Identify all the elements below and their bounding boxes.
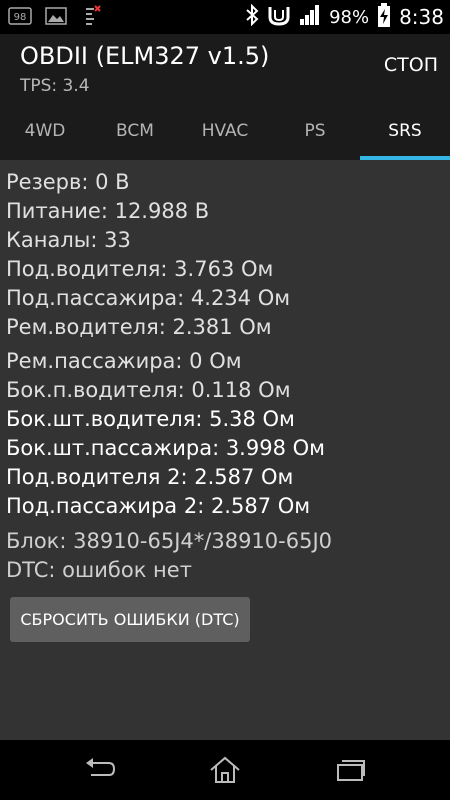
image-icon xyxy=(44,5,68,27)
clock: 8:38 xyxy=(399,5,444,29)
dtc-status: DTC: ошибок нет xyxy=(6,558,192,582)
debug-icon xyxy=(80,5,104,27)
unit-part-number: Блок: 38910-65J4*/38910-65J0 xyxy=(6,529,333,553)
tab-ps[interactable]: PS xyxy=(270,106,360,160)
recent-apps-icon xyxy=(337,760,365,781)
back-icon xyxy=(86,758,116,776)
reset-dtc-button[interactable]: СБРОСИТЬ ОШИБКИ (DTC) xyxy=(10,597,250,642)
passenger-curtain-resistance: Бок.шт.пассажира: 3.998 Ом xyxy=(6,436,325,460)
status-bar: 98 98% 8:38 xyxy=(0,0,450,34)
battery-percent: 98% xyxy=(329,6,370,28)
supply-voltage: Питание: 12.988 В xyxy=(6,199,210,223)
tps-subtitle: TPS: 3.4 xyxy=(20,76,90,96)
driver-curtain-resistance: Бок.шт.водителя: 5.38 Ом xyxy=(6,407,295,431)
passenger-belt-resistance: Рем.пассажира: 0 Ом xyxy=(6,349,242,373)
driver-airbag-resistance: Под.водителя: 3.763 Ом xyxy=(6,257,274,281)
passenger-airbag-2-resistance: Под.пассажира 2: 2.587 Ом xyxy=(6,494,311,518)
home-icon xyxy=(210,756,240,783)
driver-belt-resistance: Рем.водителя: 2.381 Ом xyxy=(6,315,272,339)
recent-apps-button[interactable] xyxy=(320,750,380,790)
battery-charging-icon xyxy=(377,3,391,31)
bluetooth-icon xyxy=(245,3,259,30)
back-button[interactable] xyxy=(70,750,130,790)
tab-bcm[interactable]: BCM xyxy=(90,106,180,160)
stop-button[interactable]: СТОП xyxy=(384,54,438,76)
driver-airbag-2-resistance: Под.водителя 2: 2.587 Ом xyxy=(6,465,294,489)
tab-hvac[interactable]: HVAC xyxy=(180,106,270,160)
action-bar: OBDII (ELM327 v1.5) TPS: 3.4 СТОП xyxy=(0,34,450,106)
srs-data-panel: Резерв: 0 В Питание: 12.988 В Каналы: 33… xyxy=(0,160,450,740)
channels: Каналы: 33 xyxy=(6,228,131,252)
notification-count-icon: 98 xyxy=(8,5,32,27)
passenger-airbag-resistance: Под.пассажира: 4.234 Ом xyxy=(6,286,291,310)
home-button[interactable] xyxy=(195,750,255,790)
reserve-voltage: Резерв: 0 В xyxy=(6,170,130,194)
system-indicators: 98% 8:38 xyxy=(245,3,444,31)
navigation-bar xyxy=(0,740,450,800)
nfc-icon xyxy=(267,4,291,30)
app-title: OBDII (ELM327 v1.5) xyxy=(20,42,270,70)
notification-icons: 98 xyxy=(8,5,104,27)
tab-4wd[interactable]: 4WD xyxy=(0,106,90,160)
notification-count: 98 xyxy=(14,12,27,23)
driver-side-airbag-resistance: Бок.п.водителя: 0.118 Ом xyxy=(6,378,291,402)
tab-bar: 4WD BCM HVAC PS SRS xyxy=(0,106,450,160)
signal-icon xyxy=(299,5,321,29)
tab-srs[interactable]: SRS xyxy=(360,106,450,160)
